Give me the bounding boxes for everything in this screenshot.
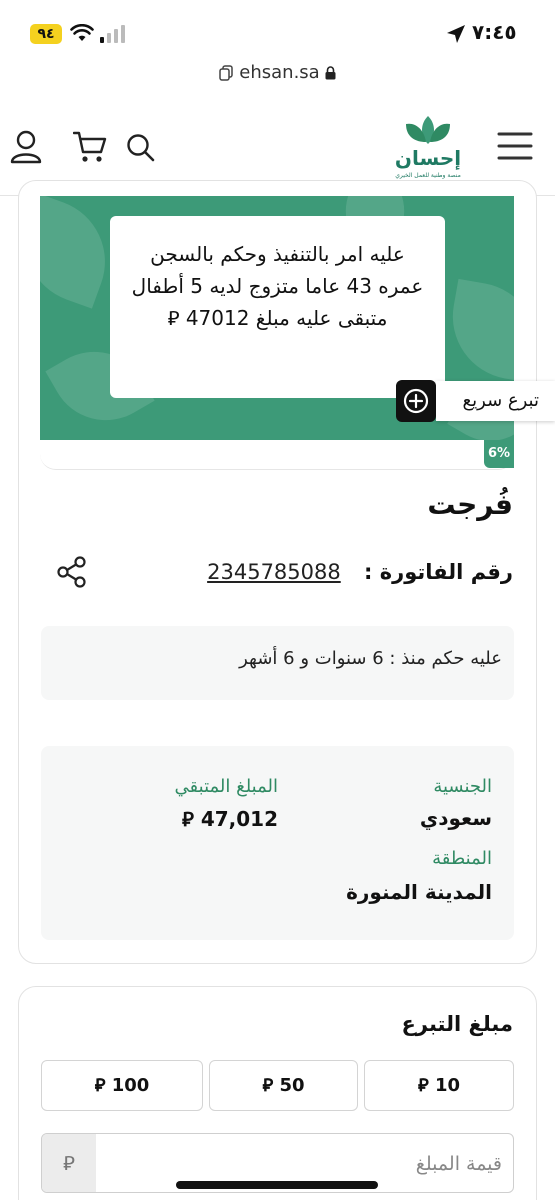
cart-icon[interactable] [73, 130, 107, 164]
status-bar: ٩٤ ٧:٤٥ [0, 0, 555, 62]
donation-title: مبلغ التبرع [401, 1012, 513, 1036]
riyal-icon: ⃁ [42, 1134, 96, 1192]
lock-icon [325, 66, 336, 80]
case-details: الجنسية سعودي المنطقة المدينة المنورة ال… [41, 746, 514, 940]
invoice-row: رقم الفاتورة : 2345785088 [207, 560, 513, 584]
user-icon[interactable] [10, 130, 42, 164]
progress-track [40, 440, 514, 470]
sentence-info: عليه حكم منذ : 6 سنوات و 6 أشهر [41, 626, 514, 700]
home-indicator[interactable] [176, 1181, 378, 1189]
riyal-icon: ⃁ [94, 1075, 106, 1096]
invoice-number-link[interactable]: 2345785088 [207, 560, 341, 584]
quick-donate-button[interactable]: تبرع سريع [396, 380, 555, 424]
hamburger-menu-icon[interactable] [497, 131, 533, 161]
progress-badge: 6% [484, 440, 514, 468]
wifi-icon [70, 24, 94, 41]
invoice-label: رقم الفاتورة : [364, 560, 513, 584]
amount-option-10[interactable]: 10 ⃁ [364, 1060, 514, 1111]
amount-option-50[interactable]: 50 ⃁ [209, 1060, 358, 1111]
amount-option-value: 50 [279, 1075, 305, 1096]
remaining-amount: 47,012 ⃁ [182, 806, 278, 832]
battery-indicator: ٩٤ [30, 24, 62, 44]
ehsan-logo[interactable]: إحسان منصة وطنية للعمل الخيري [394, 114, 462, 184]
url-bar[interactable]: ehsan.sa [0, 62, 555, 96]
tabs-icon [219, 65, 234, 81]
logo-text: إحسان [394, 146, 462, 170]
nationality-label: الجنسية [433, 776, 492, 797]
case-title: فُرجت [427, 488, 513, 521]
amount-option-value: 100 [111, 1075, 150, 1096]
search-icon[interactable] [126, 133, 156, 163]
quick-donate-label[interactable]: تبرع سريع [436, 381, 555, 421]
location-arrow-icon [447, 25, 465, 43]
sentence-text: عليه حكم منذ : 6 سنوات و 6 أشهر [239, 648, 502, 669]
riyal-icon: ⃁ [181, 807, 194, 831]
riyal-icon: ⃁ [262, 1075, 274, 1096]
decorative-leaf-icon [442, 278, 514, 384]
plus-circle-icon [403, 388, 429, 414]
remaining-amount-label: المبلغ المتبقي [174, 776, 278, 797]
remaining-amount-value: 47,012 [200, 807, 278, 831]
region-label: المنطقة [432, 848, 492, 869]
share-icon[interactable] [56, 556, 88, 588]
case-description: عليه امر بالتنفيذ وحكم بالسجن عمره 43 عا… [110, 216, 445, 398]
status-time: ٧:٤٥ [472, 20, 517, 44]
signal-icon [100, 25, 125, 43]
url-text[interactable]: ehsan.sa [239, 62, 319, 83]
add-circle-icon-box[interactable] [396, 380, 436, 422]
logo-tagline: منصة وطنية للعمل الخيري [395, 172, 461, 179]
amount-option-100[interactable]: 100 ⃁ [41, 1060, 203, 1111]
nationality-value: سعودي [419, 806, 492, 830]
logo-leaves-icon [406, 116, 450, 144]
amount-input[interactable] [102, 1142, 502, 1186]
amount-option-value: 10 [434, 1075, 461, 1096]
region-value: المدينة المنورة [346, 880, 492, 904]
riyal-icon: ⃁ [417, 1075, 429, 1096]
